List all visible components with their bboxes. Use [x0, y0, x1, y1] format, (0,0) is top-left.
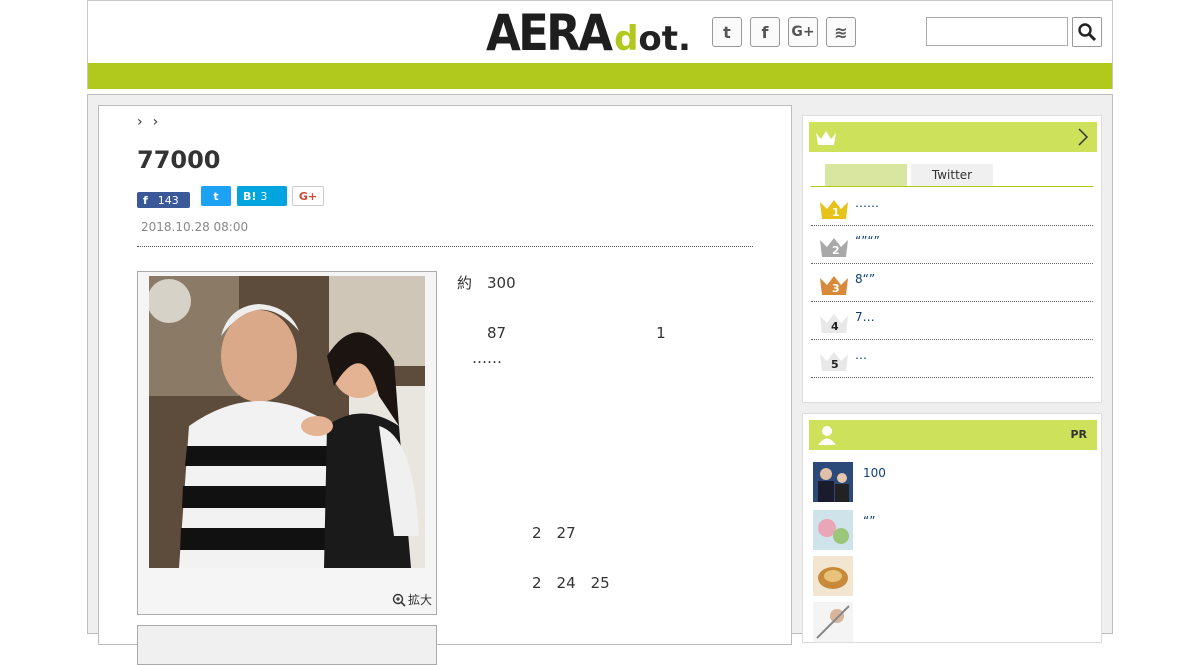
- pr-label: PR: [1070, 428, 1087, 441]
- article-line: 87 1: [457, 324, 786, 342]
- pr-item-text[interactable]: 100: [863, 466, 886, 480]
- ranking-item-text[interactable]: 7…: [855, 310, 875, 324]
- zoom-label: 拡大: [407, 593, 432, 607]
- ranking-item[interactable]: 5 …: [811, 340, 1093, 378]
- ranking-box: Twitter 1 …… 2 “”“” 3 8“” 4 7… 5 …: [802, 115, 1102, 403]
- twitter-icon: t: [213, 189, 219, 203]
- article-photo[interactable]: [149, 276, 425, 568]
- article-paragraph-2: [457, 446, 757, 471]
- divider: [137, 246, 753, 247]
- facebook-icon[interactable]: f: [750, 17, 780, 47]
- hatena-count: 3: [260, 189, 268, 203]
- article-line: [457, 621, 757, 646]
- zoom-icon: [392, 593, 406, 607]
- ranking-item-text[interactable]: 8“”: [855, 272, 875, 286]
- google-plus-icon[interactable]: G+: [788, 17, 818, 47]
- rss-icon[interactable]: ≋: [826, 17, 856, 47]
- ranking-item-text[interactable]: “”“”: [855, 234, 880, 248]
- tab-ranking-main[interactable]: [825, 164, 907, 186]
- site-logo[interactable]: AERA dot.: [486, 7, 691, 59]
- google-plus-share-button[interactable]: G+: [292, 186, 324, 206]
- article-line: [457, 596, 757, 621]
- article-paragraph-1: 約 300 87 1 ……: [457, 271, 757, 371]
- breadcrumb-chevron-icon[interactable]: ›: [153, 114, 159, 130]
- ranking-item-text[interactable]: ……: [855, 196, 879, 210]
- article-link-line[interactable]: [457, 396, 757, 421]
- article-photo-frame[interactable]: 拡大: [137, 271, 437, 615]
- facebook-icon: f: [143, 193, 148, 207]
- rank-number: 5: [831, 358, 839, 371]
- pr-item[interactable]: [813, 602, 1089, 646]
- ranking-item[interactable]: 4 7…: [811, 302, 1093, 340]
- pr-item[interactable]: 100: [813, 462, 1089, 506]
- article-photo-frame-2[interactable]: [137, 625, 437, 665]
- content-wrapper: › › 77000 f 143 t B! 3 G+ 2018.10.28 08:…: [87, 94, 1113, 665]
- chevron-right-icon[interactable]: [1077, 127, 1089, 147]
- ranking-item[interactable]: 1 ……: [811, 188, 1093, 226]
- article-link[interactable]: [457, 396, 757, 421]
- breadcrumb-chevron-icon[interactable]: ›: [137, 114, 143, 130]
- logo-dot-text: dot.: [614, 19, 691, 59]
- tab-twitter[interactable]: Twitter: [911, 164, 993, 186]
- header-green-bar: [88, 63, 1112, 89]
- rank-number: 4: [831, 320, 839, 333]
- search-input[interactable]: [926, 17, 1068, 46]
- twitter-share-button[interactable]: t: [201, 186, 231, 206]
- ranking-item[interactable]: 2 “”“”: [811, 226, 1093, 264]
- ranking-item[interactable]: 3 8“”: [811, 264, 1093, 302]
- google-plus-icon: G+: [298, 189, 318, 203]
- twitter-icon[interactable]: t: [712, 17, 742, 47]
- hatena-icon: B!: [243, 189, 257, 203]
- pr-header: PR: [809, 420, 1097, 450]
- hatena-bookmark-button[interactable]: B! 3: [237, 186, 287, 206]
- crown-icon: [816, 131, 836, 145]
- tab-underline: [811, 186, 1093, 187]
- article-line: ……: [457, 349, 518, 367]
- article-line: [457, 296, 757, 321]
- zoom-button[interactable]: 拡大: [392, 591, 432, 608]
- article-title: 77000: [137, 146, 221, 174]
- facebook-share-button[interactable]: f 143: [137, 192, 190, 208]
- article-line: 2 24 25: [457, 574, 805, 592]
- site-header: AERA dot. t f G+ ≋: [87, 0, 1113, 89]
- ranking-item-text[interactable]: …: [855, 348, 867, 362]
- pr-thumbnail[interactable]: [813, 462, 853, 502]
- search-button[interactable]: [1072, 17, 1102, 47]
- article-line: [457, 496, 757, 521]
- pr-item-text[interactable]: “”: [863, 514, 875, 528]
- search-icon: [1078, 23, 1097, 42]
- pr-box: PR 100 “”: [802, 413, 1102, 643]
- ranking-header[interactable]: [809, 122, 1097, 152]
- rank-number: 2: [832, 244, 840, 257]
- facebook-share-count: 143: [157, 193, 179, 207]
- article-panel: › › 77000 f 143 t B! 3 G+ 2018.10.28 08:…: [98, 105, 792, 665]
- article-line: 2 27: [457, 524, 681, 542]
- rank-number: 1: [832, 206, 840, 219]
- pr-thumbnail[interactable]: [813, 556, 853, 596]
- article-paragraph-3: 2 27: [457, 496, 757, 546]
- article-date: 2018.10.28 08:00: [141, 220, 249, 234]
- pr-thumbnail[interactable]: [813, 602, 853, 642]
- article-paragraph-4: 2 24 25: [457, 571, 757, 646]
- article-line: 約 300: [457, 274, 786, 292]
- pr-thumbnail[interactable]: [813, 510, 853, 550]
- user-icon: [818, 426, 836, 445]
- logo-aera-text: AERA: [486, 4, 613, 62]
- pr-item[interactable]: “”: [813, 510, 1089, 554]
- article-line: [457, 446, 757, 471]
- pr-item[interactable]: [813, 556, 1089, 600]
- breadcrumb: › ›: [137, 114, 158, 130]
- rank-number: 3: [832, 282, 840, 295]
